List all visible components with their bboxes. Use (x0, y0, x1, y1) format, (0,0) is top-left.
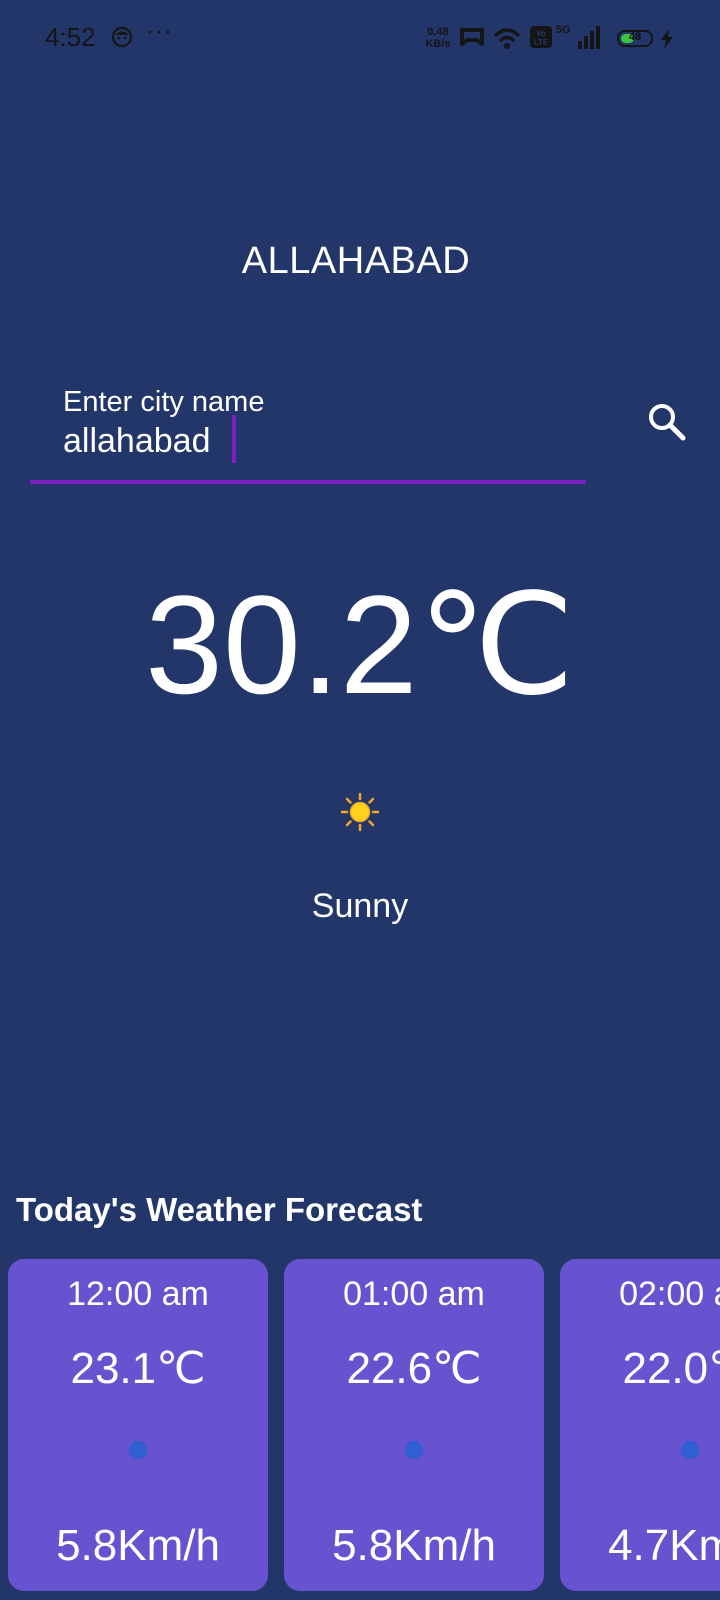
battery-icon: 48 (617, 30, 653, 47)
network-speed-unit: KB/s (425, 38, 451, 50)
svg-text:Vo: Vo (536, 29, 546, 38)
forecast-time: 12:00 am (67, 1275, 209, 1313)
forecast-wind-speed: 4.7Km/h (608, 1521, 720, 1570)
search-icon[interactable] (645, 400, 689, 444)
sun-icon (340, 792, 380, 832)
forecast-card[interactable]: 01:00 am 22.6℃ 5.8Km/h (284, 1259, 544, 1591)
forecast-temperature: 22.6℃ (346, 1344, 482, 1393)
city-input[interactable] (63, 416, 563, 466)
forecast-card[interactable]: 12:00 am 23.1℃ 5.8Km/h (8, 1259, 268, 1591)
forecast-temperature: 22.0℃ (622, 1344, 720, 1393)
face-icon (111, 26, 133, 48)
forecast-wind-speed: 5.8Km/h (332, 1521, 496, 1570)
moon-icon (681, 1441, 699, 1459)
forecast-time: 02:00 am (619, 1275, 720, 1313)
network-speed: 0.48 KB/s (420, 26, 456, 50)
forecast-wind-speed: 5.8Km/h (56, 1521, 220, 1570)
weather-screen: 4:52 ··· 0.48 KB/s Vo LTE 5G 48 ALLAHABA… (0, 0, 720, 1600)
forecast-time: 01:00 am (343, 1275, 485, 1313)
weather-condition: Sunny (311, 887, 409, 925)
network-type: 5G (556, 24, 571, 36)
network-speed-value: 0.48 (427, 26, 449, 38)
forecast-temperature: 23.1℃ (70, 1344, 206, 1393)
wifi-icon (493, 28, 521, 49)
battery-level: 48 (628, 31, 642, 43)
city-input-container[interactable]: Enter city name (30, 380, 586, 484)
current-temperature: 30.2℃ (145, 566, 575, 723)
more-notifications-icon: ··· (146, 18, 173, 45)
status-bar: 4:52 ··· 0.48 KB/s Vo LTE 5G 48 (0, 0, 720, 80)
charging-icon (661, 29, 673, 49)
forecast-list[interactable]: 12:00 am 23.1℃ 5.8Km/h 01:00 am 22.6℃ 5.… (0, 1259, 720, 1593)
moon-icon (129, 1441, 147, 1459)
volte-icon: Vo LTE (530, 26, 552, 48)
signal-icon (578, 26, 600, 49)
city-title: ALLAHABAD (241, 240, 471, 282)
svg-text:LTE: LTE (534, 38, 549, 47)
city-input-underline (30, 480, 586, 484)
forecast-title: Today's Weather Forecast (16, 1191, 423, 1228)
hotspot-icon (460, 28, 484, 46)
text-cursor (232, 415, 236, 463)
status-time: 4:52 (45, 22, 96, 52)
moon-icon (405, 1441, 423, 1459)
forecast-card[interactable]: 02:00 am 22.0℃ 4.7Km/h (560, 1259, 720, 1591)
